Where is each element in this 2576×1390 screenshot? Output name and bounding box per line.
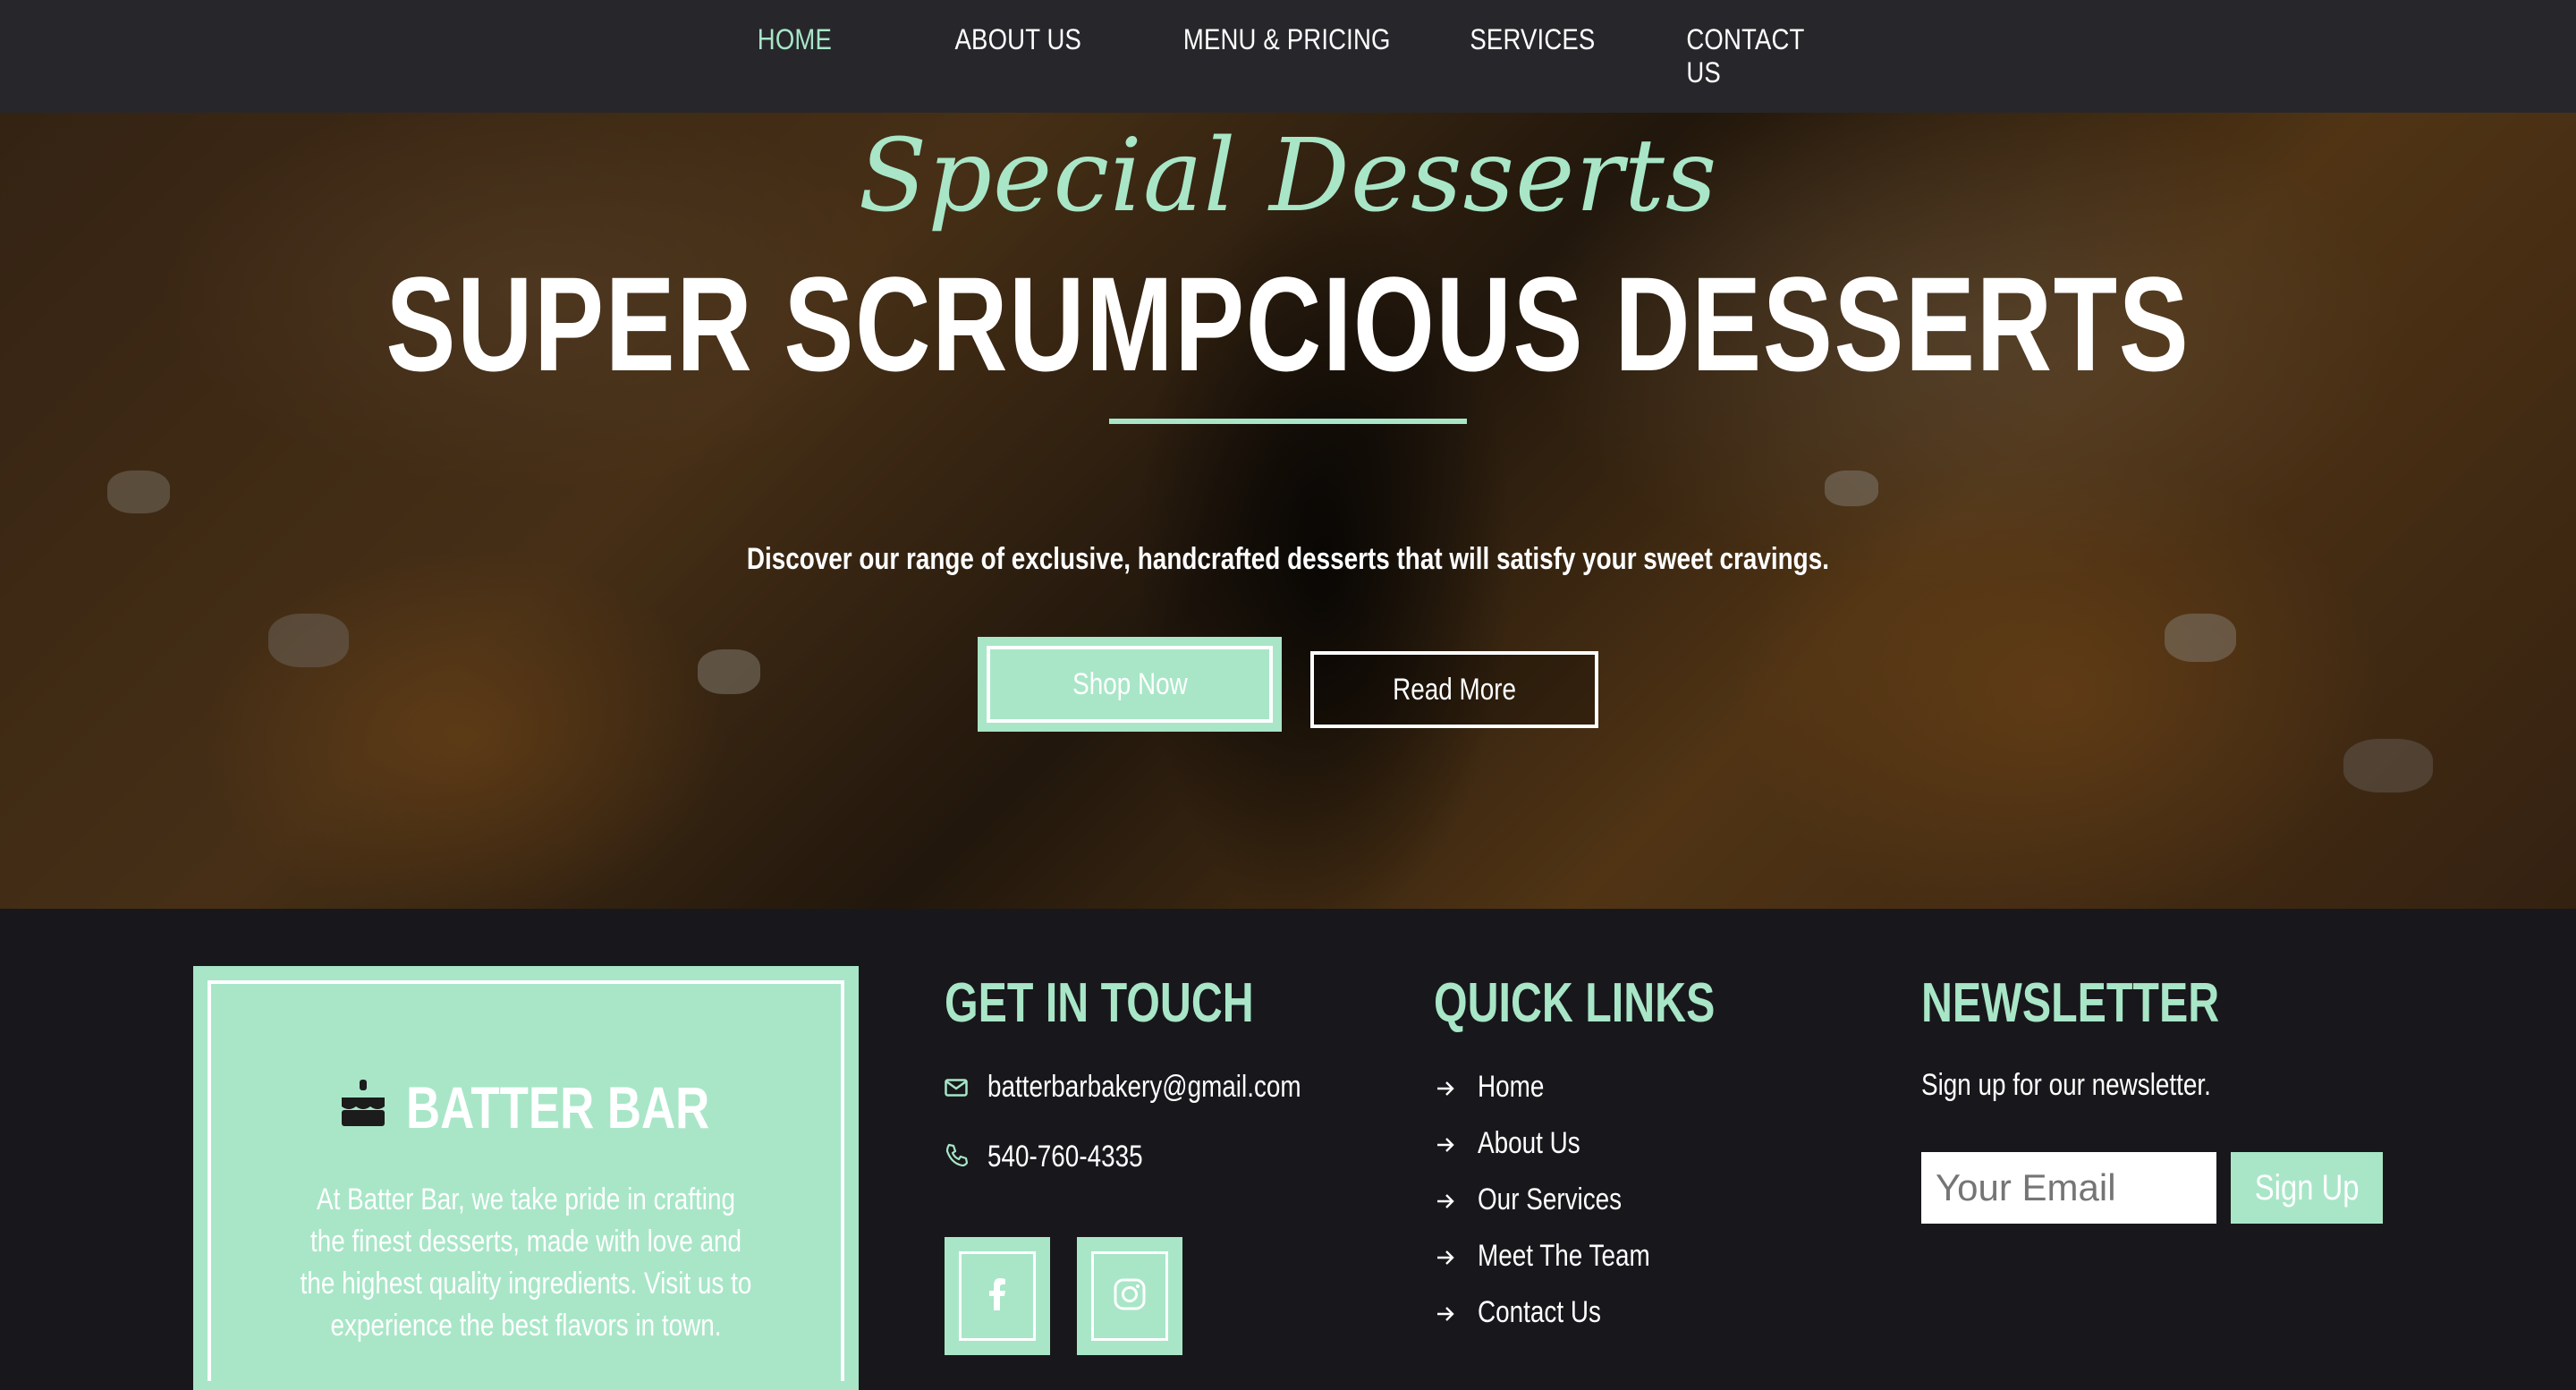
nav-list: HOME ABOUT US MENU & PRICING SERVICES CO… (750, 23, 1821, 89)
arrow-right-icon (1436, 1126, 1454, 1161)
nav-item-about[interactable]: ABOUT US (945, 23, 1166, 89)
quick-link-label[interactable]: Contact Us (1478, 1295, 1601, 1330)
newsletter-subtitle: Sign up for our newsletter. (1921, 1068, 2211, 1102)
nav-label-about[interactable]: ABOUT US (955, 23, 1082, 56)
nav-item-services[interactable]: SERVICES (1460, 23, 1676, 89)
brand-heading: BATTER BAR (211, 1073, 841, 1141)
hero-script-title: Special Desserts (858, 118, 1718, 234)
brand-card: BATTER BAR At Batter Bar, we take pride … (193, 966, 859, 1390)
hero-content: Special Desserts SUPER SCRUMPCIOUS DESSE… (0, 113, 2576, 909)
hero-divider (1109, 419, 1467, 424)
arrow-right-icon (1436, 1239, 1454, 1274)
quick-link-label[interactable]: Meet The Team (1478, 1239, 1650, 1274)
quick-link-team[interactable]: Meet The Team (1436, 1239, 1688, 1274)
newsletter-heading: NEWSLETTER (1921, 972, 2220, 1034)
quick-links-heading: QUICK LINKS (1434, 972, 1716, 1034)
arrow-right-icon (1436, 1295, 1454, 1330)
facebook-button[interactable] (945, 1237, 1050, 1355)
arrow-right-icon (1436, 1070, 1454, 1105)
hero-title: SUPER SCRUMPCIOUS DESSERTS (0, 247, 2576, 402)
nav-label-home[interactable]: HOME (758, 23, 832, 56)
nav-item-menu[interactable]: MENU & PRICING (1166, 23, 1460, 89)
sign-up-label[interactable]: Sign Up (2255, 1168, 2360, 1208)
contact-phone-text[interactable]: 540-760-4335 (987, 1140, 1143, 1174)
top-navigation: HOME ABOUT US MENU & PRICING SERVICES CO… (0, 0, 2576, 113)
contact-email[interactable]: batterbarbakery@gmail.com (945, 1070, 1370, 1105)
brand-description-text: At Batter Bar, we take pride in crafting… (300, 1182, 752, 1343)
instagram-icon (1114, 1278, 1146, 1315)
quick-link-contact[interactable]: Contact Us (1436, 1295, 1628, 1330)
hero-section: Special Desserts SUPER SCRUMPCIOUS DESSE… (0, 113, 2576, 909)
instagram-button[interactable] (1077, 1237, 1182, 1355)
contact-email-text[interactable]: batterbarbakery@gmail.com (987, 1070, 1301, 1105)
contact-phone[interactable]: 540-760-4335 (945, 1140, 1177, 1174)
nav-label-services[interactable]: SERVICES (1470, 23, 1595, 56)
hero-subtitle: Discover our range of exclusive, handcra… (0, 542, 2576, 577)
nav-item-contact[interactable]: CONTACT US (1676, 23, 1821, 89)
contact-heading: GET IN TOUCH (945, 972, 1254, 1034)
quick-link-label[interactable]: Home (1478, 1070, 1544, 1105)
facebook-icon (988, 1277, 1006, 1315)
quick-link-label[interactable]: About Us (1478, 1126, 1580, 1161)
nav-label-contact[interactable]: CONTACT US (1686, 23, 1810, 89)
brand-description: At Batter Bar, we take pride in crafting… (247, 1179, 805, 1347)
hero-subtitle-text: Discover our range of exclusive, handcra… (746, 542, 1830, 576)
read-more-button[interactable]: Read More (1310, 651, 1598, 728)
cake-icon (338, 1073, 388, 1141)
nav-item-home[interactable]: HOME (751, 23, 945, 89)
arrow-right-icon (1436, 1182, 1454, 1217)
quick-link-label[interactable]: Our Services (1478, 1182, 1622, 1217)
quick-link-services[interactable]: Our Services (1436, 1182, 1654, 1217)
read-more-label[interactable]: Read More (1393, 673, 1516, 708)
quick-link-about[interactable]: About Us (1436, 1126, 1603, 1161)
mail-icon (945, 1070, 968, 1105)
brand-card-inner: BATTER BAR At Batter Bar, we take pride … (208, 980, 844, 1381)
phone-icon (945, 1140, 969, 1174)
hero-title-text: SUPER SCRUMPCIOUS DESSERTS (386, 249, 2190, 399)
brand-name: BATTER BAR (405, 1074, 710, 1140)
facebook-button-inner[interactable] (959, 1251, 1036, 1341)
shop-now-button-inner[interactable]: Shop Now (987, 646, 1273, 723)
sign-up-button[interactable]: Sign Up (2231, 1152, 2383, 1224)
instagram-button-inner[interactable] (1091, 1251, 1168, 1341)
newsletter-email-input[interactable] (1921, 1152, 2216, 1224)
shop-now-button[interactable]: Shop Now (978, 637, 1282, 732)
nav-label-menu[interactable]: MENU & PRICING (1183, 23, 1391, 56)
shop-now-label[interactable]: Shop Now (1072, 667, 1188, 702)
quick-link-home[interactable]: Home (1436, 1070, 1559, 1105)
